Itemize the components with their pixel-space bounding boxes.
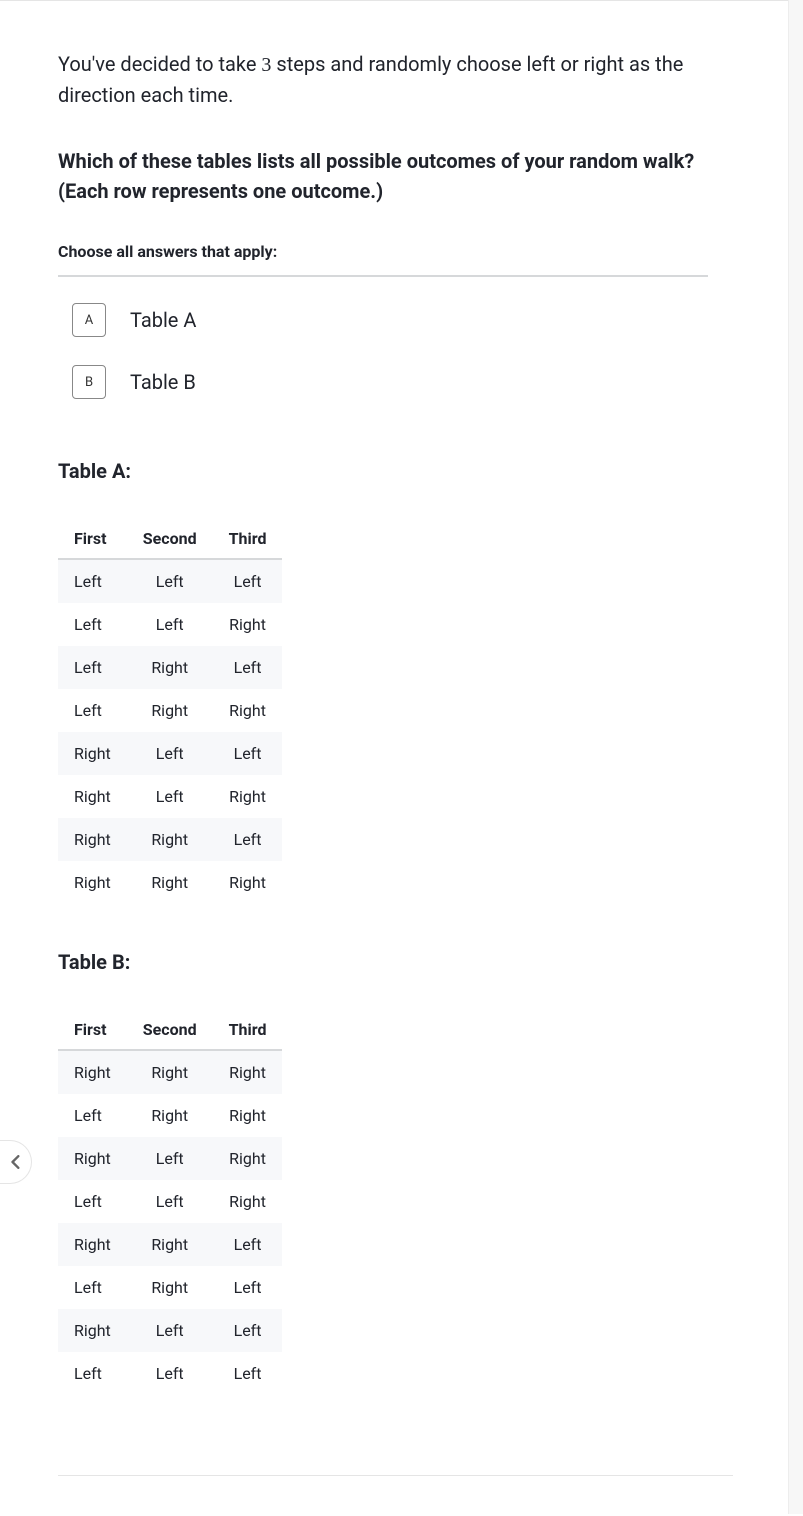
table-cell: Right — [58, 775, 127, 818]
table-cell: Left — [213, 1309, 283, 1352]
table-b-header: First — [58, 1010, 127, 1050]
chevron-left-icon — [11, 1155, 21, 1169]
table-cell: Left — [127, 775, 213, 818]
table-row: RightLeftLeft — [58, 732, 282, 775]
answer-key-b: B — [72, 365, 106, 399]
table-a-header: Second — [127, 519, 213, 559]
table-cell: Left — [127, 559, 213, 603]
table-cell: Right — [58, 1309, 127, 1352]
table-a-header: Third — [213, 519, 283, 559]
table-cell: Left — [213, 1352, 283, 1395]
table-a-title: Table A: — [58, 459, 745, 483]
table-cell: Left — [127, 1309, 213, 1352]
table-cell: Left — [58, 1094, 127, 1137]
table-cell: Left — [58, 646, 127, 689]
intro-number: 3 — [261, 54, 271, 76]
answer-option-b[interactable]: B Table B — [58, 351, 708, 413]
question-content: You've decided to take 3 steps and rando… — [0, 1, 803, 1516]
table-cell: Right — [58, 1137, 127, 1180]
table-cell: Right — [127, 689, 213, 732]
table-row: LeftLeftLeft — [58, 1352, 282, 1395]
table-cell: Right — [58, 818, 127, 861]
table-row: RightRightLeft — [58, 818, 282, 861]
table-b: First Second Third RightRightRightLeftRi… — [58, 1010, 282, 1395]
table-cell: Left — [127, 1352, 213, 1395]
answer-label-a: Table A — [130, 308, 196, 332]
table-cell: Left — [127, 1137, 213, 1180]
table-cell: Left — [58, 689, 127, 732]
table-cell: Left — [127, 1180, 213, 1223]
table-cell: Left — [213, 1266, 283, 1309]
table-a-header: First — [58, 519, 127, 559]
table-row: LeftLeftRight — [58, 1180, 282, 1223]
table-cell: Right — [213, 1137, 283, 1180]
table-b-title: Table B: — [58, 950, 745, 974]
intro-text: You've decided to take 3 steps and rando… — [58, 49, 733, 110]
table-cell: Right — [127, 1266, 213, 1309]
table-cell: Left — [213, 818, 283, 861]
table-row: LeftRightLeft — [58, 1266, 282, 1309]
bottom-divider — [58, 1475, 733, 1476]
answer-label-b: Table B — [130, 370, 196, 394]
table-cell: Left — [58, 559, 127, 603]
answer-key-a: A — [72, 303, 106, 337]
table-cell: Right — [213, 861, 283, 904]
table-row: LeftRightLeft — [58, 646, 282, 689]
table-cell: Left — [213, 646, 283, 689]
answer-divider — [58, 275, 708, 277]
table-row: RightRightRight — [58, 861, 282, 904]
table-row: LeftLeftLeft — [58, 559, 282, 603]
scrollbar-track[interactable] — [788, 0, 803, 1514]
table-row: RightRightRight — [58, 1050, 282, 1094]
table-cell: Right — [58, 732, 127, 775]
table-cell: Right — [58, 1050, 127, 1094]
table-cell: Left — [127, 732, 213, 775]
table-cell: Left — [58, 1352, 127, 1395]
table-cell: Right — [213, 1094, 283, 1137]
answer-option-a[interactable]: A Table A — [58, 289, 708, 351]
table-cell: Left — [58, 1266, 127, 1309]
table-row: RightLeftRight — [58, 1137, 282, 1180]
table-cell: Right — [127, 818, 213, 861]
table-cell: Right — [127, 1223, 213, 1266]
table-b-header-row: First Second Third — [58, 1010, 282, 1050]
table-a-header-row: First Second Third — [58, 519, 282, 559]
table-row: RightLeftLeft — [58, 1309, 282, 1352]
table-cell: Right — [213, 775, 283, 818]
intro-part1: You've decided to take — [58, 52, 261, 76]
table-a: First Second Third LeftLeftLeftLeftLeftR… — [58, 519, 282, 904]
table-cell: Right — [58, 861, 127, 904]
table-cell: Right — [127, 1050, 213, 1094]
table-row: RightLeftRight — [58, 775, 282, 818]
table-cell: Right — [127, 1094, 213, 1137]
table-cell: Right — [58, 1223, 127, 1266]
choose-label: Choose all answers that apply: — [58, 242, 745, 261]
table-row: LeftLeftRight — [58, 603, 282, 646]
table-cell: Right — [127, 646, 213, 689]
table-cell: Right — [127, 861, 213, 904]
table-cell: Right — [213, 603, 283, 646]
table-cell: Left — [58, 1180, 127, 1223]
table-row: LeftRightRight — [58, 1094, 282, 1137]
table-row: LeftRightRight — [58, 689, 282, 732]
table-cell: Left — [58, 603, 127, 646]
table-cell: Right — [213, 1050, 283, 1094]
table-b-header: Third — [213, 1010, 283, 1050]
question-text: Which of these tables lists all possible… — [58, 146, 708, 206]
table-cell: Left — [213, 732, 283, 775]
table-row: RightRightLeft — [58, 1223, 282, 1266]
table-cell: Left — [213, 1223, 283, 1266]
table-cell: Left — [127, 603, 213, 646]
table-cell: Left — [213, 559, 283, 603]
table-cell: Right — [213, 689, 283, 732]
table-b-header: Second — [127, 1010, 213, 1050]
table-cell: Right — [213, 1180, 283, 1223]
